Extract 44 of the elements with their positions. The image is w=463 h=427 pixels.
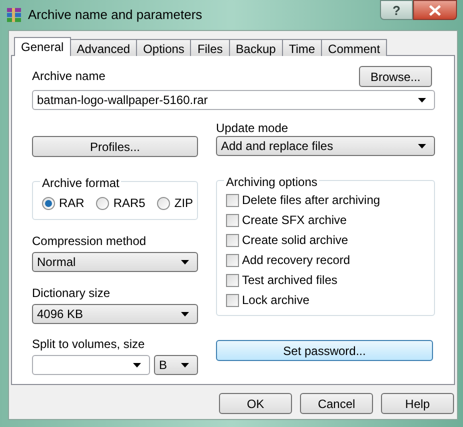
volume-size-field[interactable] xyxy=(32,355,150,375)
tab[interactable]: General xyxy=(14,37,71,56)
dictionary-dropdown[interactable]: 4096 KB xyxy=(32,304,198,324)
dropdown-arrow-icon xyxy=(181,362,189,368)
dropdown-arrow-icon xyxy=(181,312,189,316)
compression-dropdown[interactable]: Normal xyxy=(32,252,198,272)
tab[interactable]: Advanced xyxy=(70,39,138,56)
dropdown-arrow-icon xyxy=(181,260,189,264)
field-label: Split to volumes, size xyxy=(32,336,146,353)
checkbox-option[interactable]: Lock archive xyxy=(226,292,425,308)
radio-option[interactable]: RAR xyxy=(42,194,84,212)
checkbox-option[interactable]: Test archived files xyxy=(226,272,425,288)
radio-option[interactable]: RAR5 xyxy=(96,194,146,212)
window-title: Archive name and parameters xyxy=(28,6,202,24)
archive-name-field[interactable]: batman-logo-wallpaper-5160.rar xyxy=(32,90,435,110)
set-password-button[interactable]: Set password... xyxy=(216,340,433,361)
radio-option[interactable]: ZIP xyxy=(157,194,194,212)
dialog-button[interactable]: Cancel xyxy=(300,393,373,414)
browse-button[interactable]: Browse... xyxy=(359,66,432,87)
field-label: Update mode xyxy=(216,121,290,135)
checkbox-option[interactable]: Add recovery record xyxy=(226,252,425,268)
field-label: Compression method xyxy=(32,233,148,250)
unit-dropdown[interactable]: B xyxy=(154,355,198,375)
checkbox-option[interactable]: Delete files after archiving xyxy=(226,192,425,208)
dropdown-arrow-icon xyxy=(418,98,426,102)
tab[interactable]: Files xyxy=(190,39,230,56)
dialog-button[interactable]: OK xyxy=(219,393,292,414)
field-label: Dictionary size xyxy=(32,285,112,302)
dropdown-arrow-icon xyxy=(418,144,426,148)
help-button[interactable]: ? xyxy=(380,0,413,20)
update-mode-dropdown[interactable]: Add and replace files xyxy=(216,136,435,156)
checkbox-option[interactable]: Create solid archive xyxy=(226,232,425,248)
tab[interactable]: Comment xyxy=(321,39,388,56)
field-label: Archive name xyxy=(32,68,106,85)
close-icon xyxy=(429,4,441,16)
checkbox-option[interactable]: Create SFX archive xyxy=(226,212,425,228)
dropdown-arrow-icon xyxy=(133,362,141,368)
close-button[interactable] xyxy=(413,0,457,20)
tab[interactable]: Backup xyxy=(228,39,283,56)
profiles-button[interactable]: Profiles... xyxy=(32,136,198,157)
dialog-button[interactable]: Help xyxy=(381,393,454,414)
tab[interactable]: Options xyxy=(136,39,192,56)
tab[interactable]: Time xyxy=(282,39,322,56)
stacked-books-icon xyxy=(6,7,22,23)
